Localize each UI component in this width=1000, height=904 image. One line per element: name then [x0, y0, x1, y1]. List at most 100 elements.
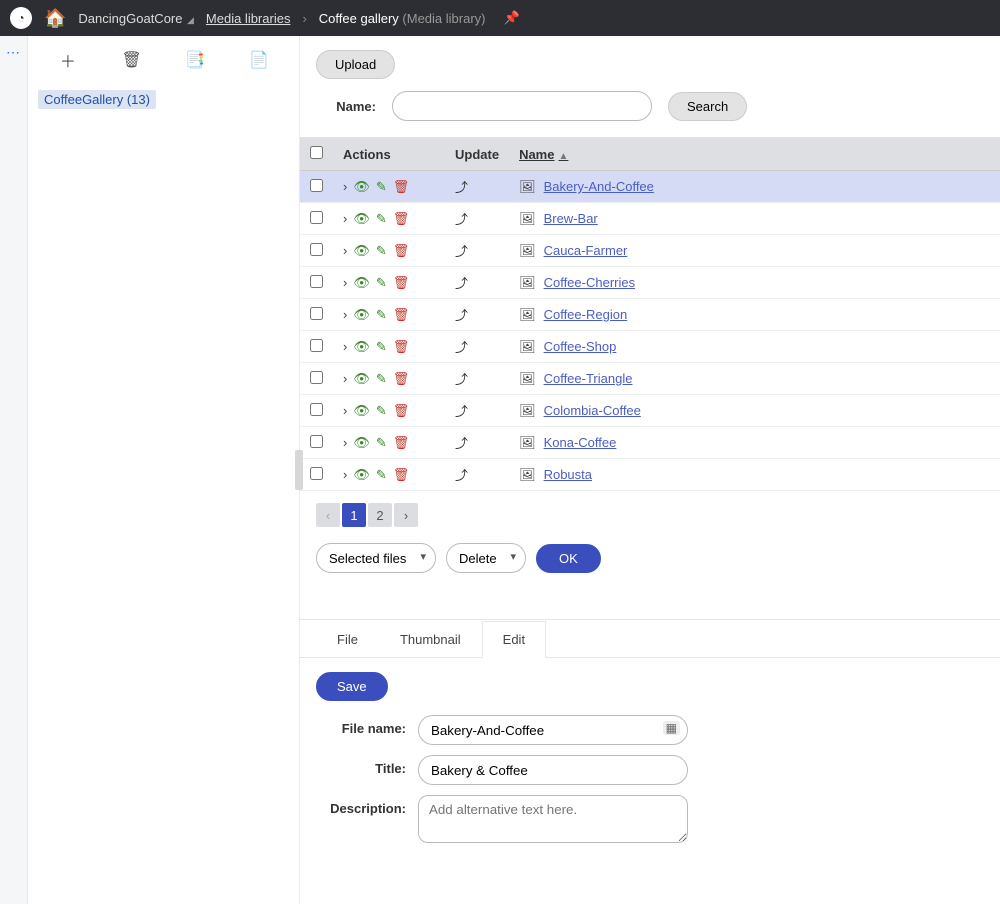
row-checkbox[interactable] [310, 211, 323, 224]
edit-icon[interactable]: ✎ [376, 243, 387, 259]
file-name-link[interactable]: Coffee-Triangle [544, 371, 633, 386]
delete-icon[interactable]: 🗑 [393, 179, 410, 195]
delete-icon[interactable]: 🗑 [393, 307, 410, 323]
file-name-link[interactable]: Bakery-And-Coffee [544, 179, 654, 194]
home-icon[interactable]: 🏠 [44, 8, 66, 29]
view-icon[interactable]: 👁 [353, 435, 370, 451]
upload-update-icon[interactable]: ⤴ [455, 180, 468, 195]
file-icon[interactable]: 📄 [227, 50, 291, 70]
edit-icon[interactable]: ✎ [376, 339, 387, 355]
description-textarea[interactable] [418, 795, 688, 843]
view-icon[interactable]: 👁 [353, 179, 370, 195]
pager-prev[interactable]: ‹ [316, 503, 340, 527]
upload-update-icon[interactable]: ⤴ [455, 404, 468, 419]
upload-update-icon[interactable]: ⤴ [455, 340, 468, 355]
delete-icon[interactable]: 🗑 [393, 435, 410, 451]
file-name-link[interactable]: Kona-Coffee [544, 435, 617, 450]
view-icon[interactable]: 👁 [353, 307, 370, 323]
bulk-ok-button[interactable]: OK [536, 544, 601, 573]
pager-page-1[interactable]: 1 [342, 503, 366, 527]
sidebar-resize-handle[interactable] [295, 450, 303, 490]
view-icon[interactable]: 👁 [353, 403, 370, 419]
breadcrumb-media-libraries[interactable]: Media libraries [206, 11, 291, 26]
upload-update-icon[interactable]: ⤴ [455, 436, 468, 451]
expand-icon[interactable]: › [343, 243, 347, 258]
tab-thumbnail[interactable]: Thumbnail [379, 621, 482, 658]
select-all-checkbox[interactable] [310, 146, 323, 159]
row-checkbox[interactable] [310, 435, 323, 448]
filename-ext-icon[interactable]: ▦ [663, 721, 680, 735]
edit-icon[interactable]: ✎ [376, 211, 387, 227]
edit-icon[interactable]: ✎ [376, 467, 387, 483]
pager-page-2[interactable]: 2 [368, 503, 392, 527]
delete-icon[interactable]: 🗑 [393, 211, 410, 227]
view-icon[interactable]: 👁 [353, 339, 370, 355]
bulk-scope-select[interactable]: Selected files [316, 543, 436, 573]
edit-icon[interactable]: ✎ [376, 371, 387, 387]
delete-icon[interactable]: 🗑 [393, 467, 410, 483]
delete-icon[interactable]: 🗑 [393, 339, 410, 355]
pager-next[interactable]: › [394, 503, 418, 527]
site-name[interactable]: DancingGoatCore ◢ [78, 11, 193, 26]
edit-icon[interactable]: ✎ [376, 403, 387, 419]
filename-input[interactable] [418, 715, 688, 745]
view-icon[interactable]: 👁 [353, 275, 370, 291]
file-name-link[interactable]: Colombia-Coffee [544, 403, 641, 418]
row-checkbox[interactable] [310, 243, 323, 256]
pin-icon[interactable]: 📌 [503, 10, 519, 26]
upload-update-icon[interactable]: ⤴ [455, 212, 468, 227]
file-name-link[interactable]: Cauca-Farmer [544, 243, 628, 258]
expand-icon[interactable]: › [343, 275, 347, 290]
upload-update-icon[interactable]: ⤴ [455, 276, 468, 291]
row-checkbox[interactable] [310, 179, 323, 192]
expand-icon[interactable]: › [343, 179, 347, 194]
delete-icon[interactable]: 🗑 [393, 275, 410, 291]
bulk-action-select[interactable]: Delete [446, 543, 526, 573]
upload-button[interactable]: Upload [316, 50, 395, 79]
title-input[interactable] [418, 755, 688, 785]
upload-update-icon[interactable]: ⤴ [455, 468, 468, 483]
search-input[interactable] [392, 91, 652, 121]
delete-icon[interactable]: 🗑 [393, 371, 410, 387]
file-name-link[interactable]: Robusta [544, 467, 592, 482]
view-icon[interactable]: 👁 [353, 211, 370, 227]
edit-icon[interactable]: ✎ [376, 307, 387, 323]
row-checkbox[interactable] [310, 403, 323, 416]
copy-folder-icon[interactable]: 📑 [164, 50, 228, 70]
delete-icon[interactable]: 🗑 [393, 403, 410, 419]
search-button[interactable]: Search [668, 92, 747, 121]
delete-icon[interactable]: 🗑 [393, 243, 410, 259]
view-icon[interactable]: 👁 [353, 371, 370, 387]
row-checkbox[interactable] [310, 275, 323, 288]
expand-icon[interactable]: › [343, 211, 347, 226]
tab-edit[interactable]: Edit [482, 621, 546, 658]
expand-icon[interactable]: › [343, 467, 347, 482]
row-checkbox[interactable] [310, 371, 323, 384]
edit-icon[interactable]: ✎ [376, 179, 387, 195]
file-name-link[interactable]: Coffee-Shop [544, 339, 617, 354]
expand-icon[interactable]: › [343, 307, 347, 322]
save-button[interactable]: Save [316, 672, 388, 701]
expand-icon[interactable]: › [343, 403, 347, 418]
row-checkbox[interactable] [310, 307, 323, 320]
upload-update-icon[interactable]: ⤴ [455, 308, 468, 323]
expand-icon[interactable]: › [343, 371, 347, 386]
expand-icon[interactable]: › [343, 339, 347, 354]
file-name-link[interactable]: Coffee-Region [544, 307, 628, 322]
edit-icon[interactable]: ✎ [376, 435, 387, 451]
row-checkbox[interactable] [310, 339, 323, 352]
view-icon[interactable]: 👁 [353, 467, 370, 483]
view-icon[interactable]: 👁 [353, 243, 370, 259]
edit-icon[interactable]: ✎ [376, 275, 387, 291]
upload-update-icon[interactable]: ⤴ [455, 372, 468, 387]
upload-update-icon[interactable]: ⤴ [455, 244, 468, 259]
row-checkbox[interactable] [310, 467, 323, 480]
col-name-header[interactable]: Name▲ [509, 138, 1000, 171]
file-name-link[interactable]: Brew-Bar [544, 211, 598, 226]
delete-folder-icon[interactable]: 🗑 [100, 50, 164, 70]
folder-node[interactable]: CoffeeGallery (13) [38, 90, 156, 109]
rail-menu-icon[interactable]: ⋯ [0, 44, 27, 61]
file-name-link[interactable]: Coffee-Cherries [544, 275, 636, 290]
tab-file[interactable]: File [316, 621, 379, 658]
add-folder-icon[interactable]: ＋ [36, 48, 100, 72]
